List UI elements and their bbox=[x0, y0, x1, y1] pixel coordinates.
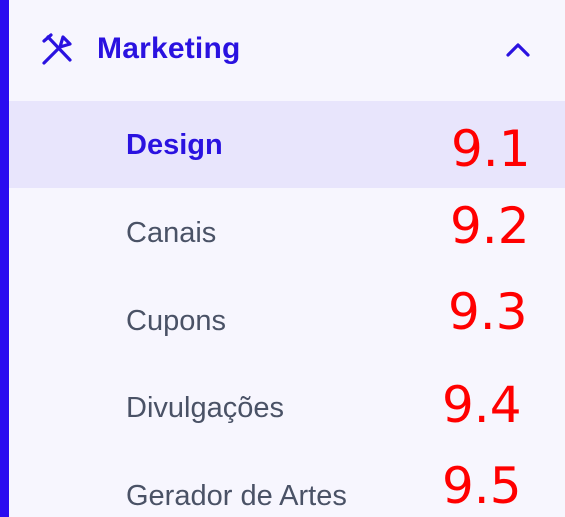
annotation-label: 9.5 bbox=[442, 457, 522, 515]
menu-item-label: Divulgações bbox=[126, 392, 284, 424]
marketing-section-header[interactable]: Marketing bbox=[9, 0, 565, 101]
section-title: Marketing bbox=[97, 32, 241, 65]
annotation-label: 9.4 bbox=[442, 376, 522, 434]
annotation-label: 9.1 bbox=[451, 120, 531, 178]
menu-item-label: Design bbox=[126, 129, 223, 161]
tools-icon bbox=[40, 33, 74, 67]
chevron-up-icon[interactable] bbox=[505, 40, 531, 60]
annotation-label: 9.3 bbox=[448, 283, 528, 341]
annotation-label: 9.2 bbox=[450, 197, 530, 255]
active-section-indicator bbox=[0, 0, 9, 517]
menu-item-label: Gerador de Artes bbox=[126, 480, 347, 512]
menu-item-label: Canais bbox=[126, 217, 217, 249]
menu-item-label: Cupons bbox=[126, 305, 226, 337]
